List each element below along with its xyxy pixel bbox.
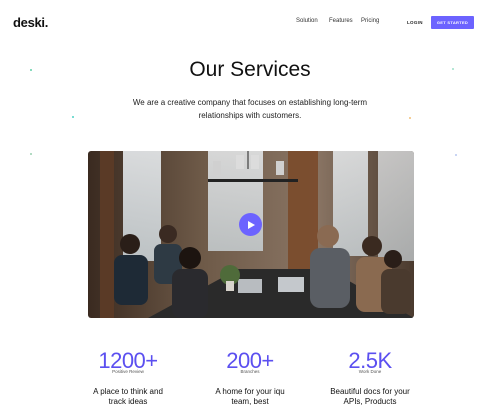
nav-link-solution[interactable]: Solution	[296, 18, 318, 24]
stat-label-branches: Branches	[240, 369, 260, 374]
decorative-dot	[455, 154, 457, 156]
page-title: Our Services	[189, 58, 311, 81]
play-video-button[interactable]	[239, 213, 262, 236]
page-subtitle: We are a creative company that focuses o…	[132, 98, 368, 120]
stat-label-work: Work Done	[358, 369, 382, 374]
nav-link-features[interactable]: Features	[329, 18, 353, 24]
decorative-dot	[409, 117, 411, 119]
login-link[interactable]: LOGIN	[407, 20, 423, 25]
nav-link-pricing[interactable]: Pricing	[361, 18, 379, 24]
decorative-dot	[72, 116, 74, 118]
stat-description-branches: A home for your iqu team, best	[215, 387, 285, 406]
stat-description-reviews: A place to think and track ideas	[93, 387, 163, 406]
brand-logo[interactable]: deski.	[13, 15, 48, 30]
stat-label-reviews: Positive Review	[112, 369, 144, 374]
decorative-dot	[30, 153, 32, 155]
top-navbar: deski. Solution Features Pricing LOGIN G…	[0, 0, 500, 44]
play-icon	[247, 220, 255, 229]
stat-description-work: Beautiful docs for your APIs, Products	[330, 387, 410, 406]
get-started-button[interactable]: GET STARTED	[431, 16, 474, 29]
